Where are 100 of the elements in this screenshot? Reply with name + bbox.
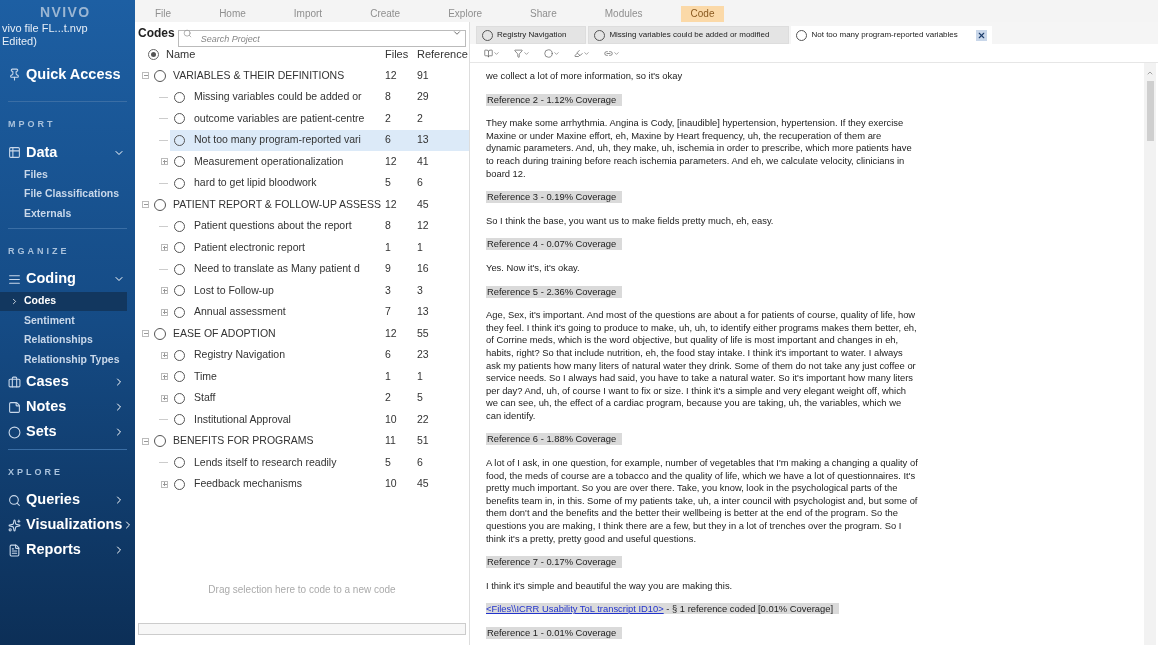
nav-subitem[interactable]: Files [0,165,127,185]
reference-count: 16 [417,261,430,277]
nav-item[interactable]: Queries [26,489,113,511]
nav-item[interactable]: Coding [26,268,113,290]
nav-item[interactable]: Visualizations [26,514,123,536]
document-tab[interactable]: Registry Navigation [476,26,587,44]
reference-count: 29 [417,89,430,105]
reference-heading: Reference 3 - 0.19% Coverage [486,191,623,204]
code-name[interactable]: VARIABLES & THEIR DEFINITIONS [169,67,385,84]
nav-subitem[interactable]: File Classifications [0,184,127,204]
code-row[interactable]: Institutional Approval 10 22 [170,409,469,431]
code-name[interactable]: Lost to Follow-up [188,282,385,299]
reference-count: 22 [417,411,430,427]
column-header[interactable]: Name [166,46,385,63]
nav-subitem[interactable]: Externals [0,204,127,224]
transcript-paragraph: So I think the base, you want us to make fields pretty much, eh, easy. [486,214,775,228]
document-tab[interactable]: Not too many program-reported variables [791,26,992,44]
document-tab[interactable]: Missing variables could be added or modified [588,26,790,44]
section-heading: XPLORE [8,466,63,477]
code-name[interactable]: BENEFITS FOR PROGRAMS [169,433,385,450]
nav-subitem[interactable]: Codes [0,291,127,311]
code-row[interactable]: Registry Navigation 6 23 [170,344,469,366]
code-name[interactable]: Annual assessment [188,304,385,321]
files-count: 12 [385,325,398,341]
code-row[interactable]: Not too many program-reported vari 6 13 [170,129,469,151]
code-name[interactable]: Not too many program-reported vari [188,132,385,149]
code-row[interactable]: Patient questions about the report 8 12 [170,215,469,237]
reference-heading: Reference 1 - 0.01% Coverage [486,627,623,639]
app-logo: NVIVO [39,3,92,22]
nav-subitem[interactable]: Relationships [0,330,127,350]
code-name[interactable]: Need to translate as Many patient d [188,261,385,278]
reference-count: 51 [417,433,430,449]
code-row[interactable]: Annual assessment 7 13 [170,301,469,323]
code-name[interactable]: PATIENT REPORT & FOLLOW-UP ASSESS [169,196,385,213]
reference-count: 12 [417,218,430,234]
files-count: 12 [385,196,398,212]
transcript-paragraph: Yes. Now it's, it's okay. [486,261,581,275]
files-count: 6 [385,347,392,363]
code-row[interactable]: Measurement operationalization 12 41 [170,151,469,173]
reference-count: 6 [417,175,424,191]
reference-count: 45 [417,476,430,492]
files-count: 1 [385,239,392,255]
code-row[interactable]: Missing variables could be added or 8 29 [170,86,469,108]
column-header[interactable]: Reference [417,46,469,63]
code-name[interactable]: Time [188,368,385,385]
code-name[interactable]: Institutional Approval [188,411,385,428]
reference-count: 91 [417,67,430,83]
code-name[interactable]: Staff [188,390,385,407]
nav-subitem[interactable]: Sentiment [0,311,127,331]
code-row[interactable]: Need to translate as Many patient d 9 16 [170,258,469,280]
nav-item[interactable]: Reports [26,539,113,561]
files-count: 2 [385,390,392,406]
source-heading: <Files\\ICRR Usability ToL transcript ID10> - § 1 reference coded [0.01% Coverage] [486,603,840,615]
code-row[interactable]: Feedback mechanisms 10 45 [170,473,469,495]
code-row[interactable]: Lends itself to research readily 5 6 [170,452,469,474]
menu-tab[interactable]: Code [680,6,725,22]
nav-item[interactable]: Cases [26,371,113,393]
files-count: 9 [385,261,392,277]
panel-title: Codes [138,25,175,42]
code-name[interactable]: Patient electronic report [188,239,385,256]
transcript-paragraph: Age, Sex, it's important. And most of the questions are about a for patients of course, quality of life, how they feel. I think it's going to produce to make, uh, uh, to identify either programs makes them better, eh, of Corrine meds, which is the word objective, but quality of life is most important and changes in eh, habits, right? So that include nutrition, eh, the food stay intake. I think it's important to water. I always ask my patients how many liters of natural water they drink. Some of them do not take any just coffee or service needs. So I always had said, you have to take a natural water. So it's important how many liters per day? And, uh, of course I want to fix or size. I think it's a simple and very elegant weight off, which we can see, uh, the effect of a cardiac program, because you are taking, uh, the variables, which we can identify. [486,309,918,423]
code-row[interactable]: Patient electronic report 1 1 [170,237,469,259]
source-link[interactable]: <Files\\ICRR Usability ToL transcript ID10> [486,603,664,615]
files-count: 12 [385,67,398,83]
nav-subitem[interactable]: Relationship Types [0,350,127,370]
drop-hint: Drag selection here to code to a new code [208,583,396,597]
code-row[interactable]: Staff 2 5 [170,387,469,409]
reference-heading: Reference 4 - 0.07% Coverage [486,238,623,251]
code-row[interactable]: Lost to Follow-up 3 3 [170,280,469,302]
column-header[interactable]: Files [385,46,417,63]
reference-count: 2 [417,110,424,126]
reference-count: 5 [417,390,424,406]
nav-item[interactable]: Notes [26,396,113,418]
code-name[interactable]: Measurement operationalization [188,153,385,170]
transcript-paragraph: A lot of I ask, in one question, for example, number of vegetables that I'm making a changing a quality of food, the meds of course are a tobacco and the quality of life, which we have a lot of questionnaires. It's pretty much important. So you are over there. Take, you know, look in the psychological parts of the benefits team in, in this. Some of my patients take, uh, a inter council with psychologist and, but some of them don't and the benefits and the better their wellbeing is better at the end of the program. So the questions you are making, I think there are a few, but they in a lot of trenches over the program. So I think it's a pretty, pretty good and useful questions. [486,457,918,546]
code-name[interactable]: Lends itself to research readily [188,454,385,471]
reference-heading: Reference 2 - 1.12% Coverage [486,93,623,106]
files-count: 6 [385,132,392,148]
code-row[interactable]: hard to get lipid bloodwork 5 6 [170,172,469,194]
reference-count: 13 [417,132,430,148]
search-field[interactable]: Search Project [177,30,466,47]
code-row[interactable]: outcome variables are patient-centre 2 2 [170,108,469,130]
code-name[interactable]: Missing variables could be added or [188,89,385,106]
code-name[interactable]: hard to get lipid bloodwork [188,175,385,192]
code-name[interactable]: outcome variables are patient-centre [188,110,385,127]
reference-count: 55 [417,325,430,341]
code-row[interactable]: Time 1 1 [170,366,469,388]
nav-item[interactable]: Quick Access [26,63,125,86]
files-count: 7 [385,304,392,320]
nav-item[interactable]: Data [26,141,113,164]
nav-item[interactable]: Sets [26,421,113,443]
code-name[interactable]: EASE OF ADOPTION [169,325,385,342]
reference-heading: Reference 7 - 0.17% Coverage [486,556,623,569]
transcript-paragraph: we collect a lot of more information, so it's okay [486,70,684,83]
files-count: 5 [385,454,392,470]
code-name[interactable]: Feedback mechanisms [188,476,385,493]
files-count: 10 [385,476,398,492]
code-name[interactable]: Registry Navigation [188,347,385,364]
code-name[interactable]: Patient questions about the report [188,218,385,235]
reference-count: 3 [417,282,424,298]
